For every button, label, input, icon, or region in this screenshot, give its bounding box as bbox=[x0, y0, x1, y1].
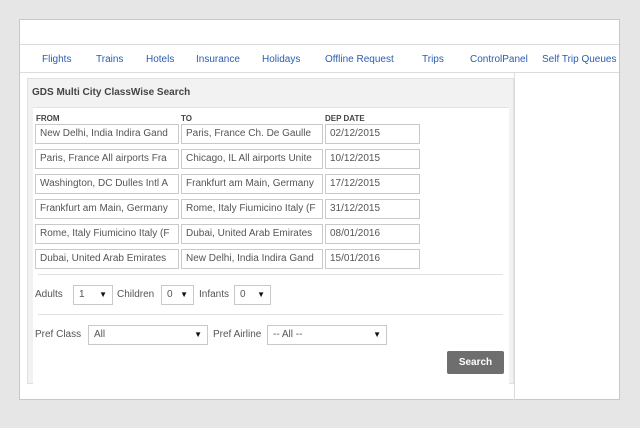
multi-city-search-panel: GDS Multi City ClassWise Search FROM TO … bbox=[27, 78, 514, 384]
leg-3-to-input[interactable]: Frankfurt am Main, Germany bbox=[181, 174, 323, 194]
leg-3-from-input[interactable]: Washington, DC Dulles Intl A bbox=[35, 174, 179, 194]
nav-insurance[interactable]: Insurance bbox=[196, 54, 240, 66]
pref-class-value: All bbox=[94, 329, 106, 340]
leg-6-date-input[interactable]: 15/01/2016 bbox=[325, 249, 420, 269]
search-button[interactable]: Search bbox=[447, 351, 504, 374]
pref-airline-value: -- All -- bbox=[273, 329, 303, 340]
leg-4-to-input[interactable]: Rome, Italy Fiumicino Italy (F bbox=[181, 199, 323, 219]
leg-2-to-input[interactable]: Chicago, IL All airports Unite bbox=[181, 149, 323, 169]
nav-hotels[interactable]: Hotels bbox=[146, 54, 174, 66]
dep-date-column-label: DEP DATE bbox=[325, 114, 365, 123]
children-label: Children bbox=[117, 289, 155, 300]
leg-2-from-input[interactable]: Paris, France All airports Fra bbox=[35, 149, 179, 169]
pref-airline-label: Pref Airline bbox=[213, 329, 262, 340]
nav-holidays[interactable]: Holidays bbox=[262, 54, 300, 66]
leg-1-from-input[interactable]: New Delhi, India Indira Gand bbox=[35, 124, 179, 144]
caret-down-icon: ▼ bbox=[373, 330, 381, 339]
from-column-label: FROM bbox=[36, 114, 60, 123]
content-divider bbox=[514, 73, 515, 400]
caret-down-icon: ▼ bbox=[99, 290, 107, 299]
infants-label: Infants bbox=[199, 289, 230, 300]
pref-airline-select[interactable]: -- All -- ▼ bbox=[267, 325, 387, 345]
adults-value: 1 bbox=[79, 289, 85, 300]
leg-3-date-input[interactable]: 17/12/2015 bbox=[325, 174, 420, 194]
panel-title: GDS Multi City ClassWise Search bbox=[32, 87, 191, 98]
nav-self-trip-queues[interactable]: Self Trip Queues bbox=[542, 54, 616, 66]
leg-2-date-input[interactable]: 10/12/2015 bbox=[325, 149, 420, 169]
children-select[interactable]: 0 ▼ bbox=[161, 285, 194, 305]
leg-4-date-input[interactable]: 31/12/2015 bbox=[325, 199, 420, 219]
leg-6-from-input[interactable]: Dubai, United Arab Emirates bbox=[35, 249, 179, 269]
nav-trips[interactable]: Trips bbox=[422, 54, 444, 66]
infants-value: 0 bbox=[240, 289, 246, 300]
to-column-label: TO bbox=[181, 114, 192, 123]
divider bbox=[38, 314, 503, 315]
caret-down-icon: ▼ bbox=[194, 330, 202, 339]
divider bbox=[38, 274, 503, 275]
leg-4-from-input[interactable]: Frankfurt am Main, Germany bbox=[35, 199, 179, 219]
leg-5-to-input[interactable]: Dubai, United Arab Emirates bbox=[181, 224, 323, 244]
search-form: FROM TO DEP DATE New Delhi, India Indira… bbox=[33, 107, 509, 384]
nav-offline-request[interactable]: Offline Request bbox=[325, 54, 394, 66]
leg-5-from-input[interactable]: Rome, Italy Fiumicino Italy (F bbox=[35, 224, 179, 244]
nav-flights[interactable]: Flights bbox=[42, 54, 71, 66]
adults-label: Adults bbox=[35, 289, 63, 300]
nav-controlpanel[interactable]: ControlPanel bbox=[470, 54, 528, 66]
pref-class-label: Pref Class bbox=[35, 329, 82, 340]
pref-class-select[interactable]: All ▼ bbox=[88, 325, 208, 345]
adults-select[interactable]: 1 ▼ bbox=[73, 285, 113, 305]
app-frame: Flights Trains Hotels Insurance Holidays… bbox=[19, 19, 620, 400]
nav-trains[interactable]: Trains bbox=[96, 54, 123, 66]
caret-down-icon: ▼ bbox=[257, 290, 265, 299]
leg-6-to-input[interactable]: New Delhi, India Indira Gand bbox=[181, 249, 323, 269]
children-value: 0 bbox=[167, 289, 173, 300]
leg-1-date-input[interactable]: 02/12/2015 bbox=[325, 124, 420, 144]
infants-select[interactable]: 0 ▼ bbox=[234, 285, 271, 305]
main-nav: Flights Trains Hotels Insurance Holidays… bbox=[20, 44, 619, 73]
caret-down-icon: ▼ bbox=[180, 290, 188, 299]
leg-1-to-input[interactable]: Paris, France Ch. De Gaulle bbox=[181, 124, 323, 144]
leg-5-date-input[interactable]: 08/01/2016 bbox=[325, 224, 420, 244]
